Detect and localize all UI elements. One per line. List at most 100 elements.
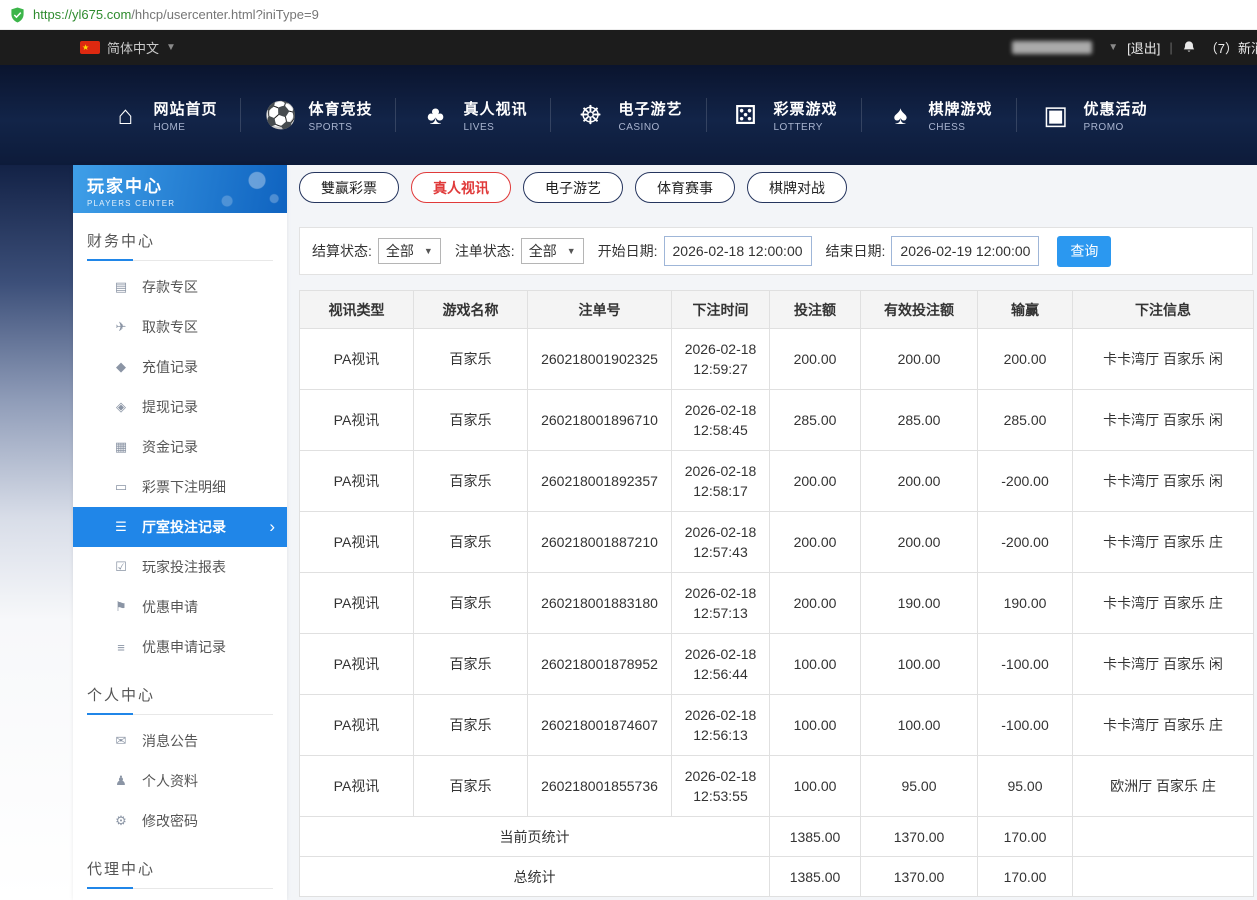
column-header: 输赢	[978, 291, 1073, 329]
content-area: 玩家中心 PLAYERS CENTER 财务中心▤存款专区✈取款专区◆充值记录◈…	[0, 165, 1257, 900]
url-text[interactable]: https://yl675.com/hhcp/usercenter.html?i…	[33, 7, 319, 22]
tab-sports-events[interactable]: 体育赛事	[635, 172, 735, 203]
table-cell: 200.00	[770, 451, 861, 512]
sidebar-item-hall-bet-records[interactable]: ☰厅室投注记录›	[73, 507, 287, 547]
tab-electronic-games[interactable]: 电子游艺	[523, 172, 623, 203]
column-header: 视讯类型	[300, 291, 414, 329]
sidebar-item-label: 厅室投注记录	[142, 517, 226, 537]
nav-item-home[interactable]: ⌂网站首页HOME	[86, 98, 240, 133]
column-header: 游戏名称	[414, 291, 528, 329]
table-row: PA视讯百家乐2602180018557362026-02-18 12:53:5…	[300, 756, 1254, 817]
table-cell: 190.00	[861, 573, 978, 634]
sidebar-item-messages[interactable]: ✉消息公告	[73, 721, 287, 761]
nav-item-label: 优惠活动	[1084, 98, 1148, 119]
new-messages-link[interactable]: （7）新消息	[1205, 38, 1257, 57]
nav-item-lives[interactable]: ♣真人视讯LIVES	[396, 98, 550, 133]
table-cell: 200.00	[978, 329, 1073, 390]
table-cell: 2026-02-18 12:58:45	[672, 390, 770, 451]
sidebar-item-label: 彩票下注明细	[142, 477, 226, 497]
funds-records-icon: ▦	[113, 439, 129, 455]
recharge-records-icon: ◆	[113, 359, 129, 375]
main-nav: ⌂网站首页HOME⚽体育竞技SPORTS♣真人视讯LIVES☸电子游艺CASIN…	[0, 65, 1257, 165]
sidebar-item-recharge-records[interactable]: ◆充值记录	[73, 347, 287, 387]
table-cell: 卡卡湾厅 百家乐 闲	[1073, 451, 1254, 512]
sidebar-item-label: 修改密码	[142, 811, 198, 831]
summary-winloss-total: 170.00	[978, 817, 1073, 857]
playing-cards-icon: ♣	[419, 100, 451, 131]
table-row: PA视讯百家乐2602180018872102026-02-18 12:57:4…	[300, 512, 1254, 573]
sidebar-item-deposit-zone[interactable]: ▤存款专区	[73, 267, 287, 307]
table-cell: 200.00	[861, 329, 978, 390]
sidebar-item-promo-apply-records[interactable]: ≡优惠申请记录	[73, 627, 287, 667]
tab-live-video[interactable]: 真人视讯	[411, 172, 511, 203]
table-cell: 2026-02-18 12:56:44	[672, 634, 770, 695]
china-flag-icon: ★	[80, 41, 100, 54]
sidebar-item-withdrawal-records[interactable]: ◈提现记录	[73, 387, 287, 427]
column-header: 下注信息	[1073, 291, 1254, 329]
table-cell: 260218001896710	[528, 390, 672, 451]
nav-item-label: 真人视讯	[463, 98, 527, 119]
username-blurred[interactable]	[1012, 41, 1092, 54]
settle-status-select[interactable]: 全部▼	[378, 238, 441, 264]
query-button[interactable]: 查询	[1057, 236, 1111, 267]
table-cell: 2026-02-18 12:53:55	[672, 756, 770, 817]
nav-item-label: 彩票游戏	[774, 98, 838, 119]
language-selector[interactable]: 简体中文	[107, 38, 159, 57]
chevron-down-icon[interactable]: ▼	[1108, 42, 1118, 53]
sidebar-item-funds-records[interactable]: ▦ 资金记录	[73, 427, 287, 467]
sidebar-item-promo-apply[interactable]: ⚑优惠申请	[73, 587, 287, 627]
nav-item-label: 电子游艺	[618, 98, 682, 119]
sidebar-item-change-password[interactable]: ⚙修改密码	[73, 801, 287, 841]
deposit-icon: ▤	[113, 279, 129, 295]
start-date-label: 开始日期:	[598, 241, 658, 261]
sidebar-item-lottery-bet-details[interactable]: ▭ 彩票下注明细	[73, 467, 287, 507]
table-cell: 100.00	[861, 634, 978, 695]
table-cell: PA视讯	[300, 329, 414, 390]
chevron-down-icon: ▼	[424, 246, 433, 256]
gift-icon: ▣	[1040, 100, 1072, 131]
nav-item-chess[interactable]: ♠棋牌游戏CHESS	[862, 98, 1016, 133]
table-cell: 百家乐	[414, 695, 528, 756]
tab-double-win-lottery[interactable]: 雙赢彩票	[299, 172, 399, 203]
sidebar-item-withdraw-zone[interactable]: ✈取款专区	[73, 307, 287, 347]
bell-icon[interactable]	[1182, 40, 1196, 55]
roulette-wheel-icon: ☸	[574, 100, 606, 131]
table-cell: 百家乐	[414, 451, 528, 512]
withdraw-icon: ✈	[113, 319, 129, 335]
table-cell: 200.00	[861, 512, 978, 573]
table-cell: 卡卡湾厅 百家乐 庄	[1073, 695, 1254, 756]
left-gradient-strip	[0, 165, 73, 900]
nav-item-promo[interactable]: ▣优惠活动PROMO	[1017, 98, 1171, 133]
tab-board-games[interactable]: 棋牌对战	[747, 172, 847, 203]
table-header-row: 视讯类型游戏名称注单号下注时间投注额有效投注额输赢下注信息	[300, 291, 1254, 329]
table-cell: -200.00	[978, 512, 1073, 573]
announcement-bell-icon: ✉	[113, 733, 129, 749]
browser-address-bar[interactable]: https://yl675.com/hhcp/usercenter.html?i…	[0, 0, 1257, 30]
url-path: /hhcp/usercenter.html?iniType=9	[131, 7, 319, 22]
lottery-bets-icon: ▭	[113, 479, 129, 495]
chevron-down-icon: ▼	[567, 246, 576, 256]
sidebar-item-agent-rules[interactable]: ▤代理规则说明	[73, 895, 287, 900]
table-cell: 卡卡湾厅 百家乐 庄	[1073, 512, 1254, 573]
table-cell: 260218001878952	[528, 634, 672, 695]
start-date-input[interactable]	[664, 236, 812, 266]
summary-bet-total: 1385.00	[770, 817, 861, 857]
summary-row: 总统计1385.001370.00170.00	[300, 857, 1254, 897]
nav-item-casino[interactable]: ☸电子游艺CASINO	[551, 98, 705, 133]
nav-item-lottery[interactable]: ⚄彩票游戏LOTTERY	[707, 98, 861, 133]
order-status-select[interactable]: 全部▼	[521, 238, 584, 264]
sidebar-section-heading: 个人中心	[87, 684, 273, 715]
table-cell: 100.00	[770, 695, 861, 756]
site-security-shield-icon	[10, 7, 25, 23]
nav-item-sublabel: HOME	[153, 122, 217, 133]
table-cell: 2026-02-18 12:58:17	[672, 451, 770, 512]
sidebar-item-player-bet-report[interactable]: ☑玩家投注报表	[73, 547, 287, 587]
summary-empty-cell	[1073, 817, 1254, 857]
nav-item-label: 网站首页	[153, 98, 217, 119]
sidebar-item-label: 资金记录	[142, 437, 198, 457]
nav-item-sports[interactable]: ⚽体育竞技SPORTS	[241, 98, 395, 133]
table-cell: 2026-02-18 12:59:27	[672, 329, 770, 390]
sidebar-item-profile[interactable]: ♟个人资料	[73, 761, 287, 801]
end-date-input[interactable]	[891, 236, 1039, 266]
logout-link[interactable]: [退出]	[1127, 38, 1160, 57]
